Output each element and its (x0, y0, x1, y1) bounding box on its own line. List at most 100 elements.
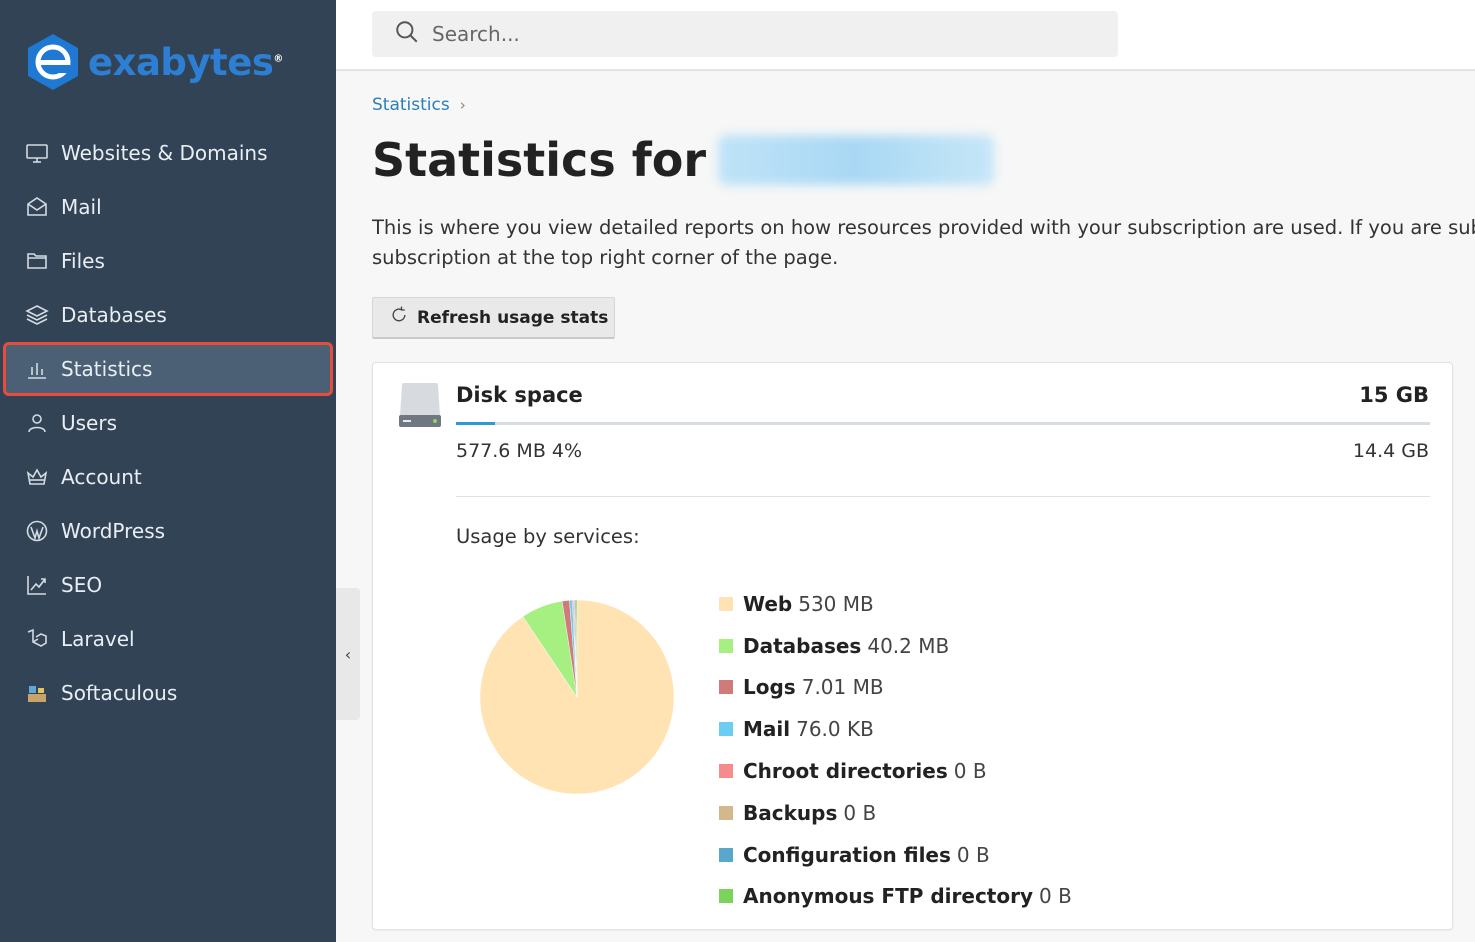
legend-name: Chroot directories (743, 759, 948, 784)
sidebar: exabytes® Websites & Domains Mail Files … (0, 0, 336, 942)
exabytes-logo-icon (26, 32, 80, 92)
legend-name: Mail (743, 717, 791, 742)
legend-swatch (719, 722, 733, 737)
divider (456, 496, 1430, 497)
envelope-icon (24, 194, 50, 220)
refresh-icon (389, 305, 417, 330)
legend-value: 0 B (956, 842, 990, 867)
wordpress-icon (24, 518, 50, 544)
legend-name: Web (743, 591, 793, 616)
monitor-icon (24, 140, 50, 166)
database-layers-icon (24, 302, 50, 328)
chevron-right-icon: › (459, 96, 466, 114)
legend-swatch (719, 638, 733, 653)
sidebar-item-label: Users (61, 411, 118, 435)
sidebar-item-label: Mail (61, 195, 102, 219)
refresh-usage-stats-button[interactable]: Refresh usage stats (372, 297, 615, 339)
chevron-left-icon: ‹ (344, 644, 352, 664)
disk-space-card: Disk space 15 GB 577.6 MB 4% 14.4 GB Usa… (372, 362, 1453, 930)
topbar (336, 0, 1475, 71)
sidebar-item-statistics[interactable]: Statistics (3, 342, 333, 396)
legend-item: Chroot directories 0 B (719, 750, 1072, 792)
sidebar-item-databases[interactable]: Databases (0, 288, 336, 342)
softaculous-icon (24, 680, 50, 706)
sidebar-collapse-button[interactable]: ‹ (336, 588, 360, 720)
legend-value: 40.2 MB (867, 633, 950, 658)
brand-logo[interactable]: exabytes® (26, 32, 283, 92)
folder-icon (24, 248, 50, 274)
sidebar-item-files[interactable]: Files (0, 234, 336, 288)
search-input[interactable] (432, 22, 1032, 46)
legend-item: Web 530 MB (719, 583, 1072, 625)
sidebar-item-softaculous[interactable]: Softaculous (0, 666, 336, 720)
sidebar-item-label: WordPress (61, 519, 166, 543)
legend-swatch (719, 596, 733, 611)
legend-item: Anonymous FTP directory 0 B (719, 876, 1072, 918)
legend-name: Backups (743, 800, 838, 825)
hard-drive-icon (398, 381, 442, 429)
bar-chart-icon (24, 356, 50, 382)
sidebar-item-wordpress[interactable]: WordPress (0, 504, 336, 558)
legend-name: Logs (743, 675, 796, 700)
sidebar-item-label: Laravel (61, 627, 135, 651)
page-title: Statistics for (372, 133, 995, 187)
legend-value: 530 MB (798, 591, 874, 616)
legend-item: Logs 7.01 MB (719, 667, 1072, 709)
laravel-icon (24, 626, 50, 652)
search-icon (394, 19, 420, 49)
legend-item: Configuration files 0 B (719, 834, 1072, 876)
blurred-domain-name (718, 135, 995, 185)
breadcrumb-link-statistics[interactable]: Statistics (372, 95, 450, 115)
legend-swatch (719, 847, 733, 862)
sidebar-item-label: SEO (61, 573, 103, 597)
sidebar-item-label: Files (61, 249, 105, 273)
legend-swatch (719, 805, 733, 820)
disk-space-used: 577.6 MB 4% (456, 440, 583, 462)
legend-swatch (719, 889, 733, 904)
user-icon (24, 410, 50, 436)
disk-space-total: 15 GB (1359, 383, 1429, 407)
sidebar-item-account[interactable]: Account (0, 450, 336, 504)
legend-item: Backups 0 B (719, 792, 1072, 834)
description-line-1: This is where you view detailed reports … (372, 216, 1475, 239)
disk-space-free: 14.4 GB (1352, 440, 1429, 462)
legend-value: 76.0 KB (796, 717, 874, 742)
legend-value: 0 B (843, 800, 877, 825)
sidebar-item-seo[interactable]: SEO (0, 558, 336, 612)
disk-space-title: Disk space (456, 383, 583, 407)
legend-name: Databases (743, 633, 862, 658)
sidebar-nav: Websites & Domains Mail Files Databases … (0, 126, 336, 720)
legend-value: 7.01 MB (801, 675, 884, 700)
breadcrumb: Statistics › (372, 95, 466, 115)
usage-by-services-label: Usage by services: (456, 525, 640, 548)
usage-pie-chart (479, 599, 675, 795)
legend-value: 0 B (1039, 884, 1072, 909)
trend-chart-icon (24, 572, 50, 598)
legend-swatch (719, 764, 733, 779)
legend-item: Mail 76.0 KB (719, 708, 1072, 750)
page-description: This is where you view detailed reports … (372, 213, 1475, 273)
refresh-button-label: Refresh usage stats (417, 307, 609, 328)
legend-name: Configuration files (743, 842, 951, 867)
crown-icon (24, 464, 50, 490)
sidebar-item-label: Websites & Domains (61, 141, 268, 165)
sidebar-item-label: Softaculous (61, 681, 178, 705)
disk-usage-bar-fill (456, 422, 495, 425)
brand-name: exabytes® (88, 40, 283, 84)
sidebar-item-users[interactable]: Users (0, 396, 336, 450)
disk-usage-bar (456, 422, 1430, 425)
legend-value: 0 B (953, 759, 987, 784)
search-box[interactable] (372, 11, 1118, 57)
sidebar-item-label: Account (61, 465, 142, 489)
sidebar-item-label: Databases (61, 303, 167, 327)
legend-item: Databases 40.2 MB (719, 625, 1072, 667)
legend-name: Anonymous FTP directory (743, 884, 1033, 909)
description-line-2: subscription at the top right corner of … (372, 246, 839, 269)
sidebar-item-laravel[interactable]: Laravel (0, 612, 336, 666)
sidebar-item-mail[interactable]: Mail (0, 180, 336, 234)
page-title-text: Statistics for (372, 133, 707, 187)
legend-swatch (719, 680, 733, 695)
sidebar-item-websites-domains[interactable]: Websites & Domains (0, 126, 336, 180)
usage-legend: Web 530 MB Databases 40.2 MB Logs 7.01 MB Mail… (719, 583, 1072, 917)
sidebar-item-label: Statistics (61, 357, 153, 381)
